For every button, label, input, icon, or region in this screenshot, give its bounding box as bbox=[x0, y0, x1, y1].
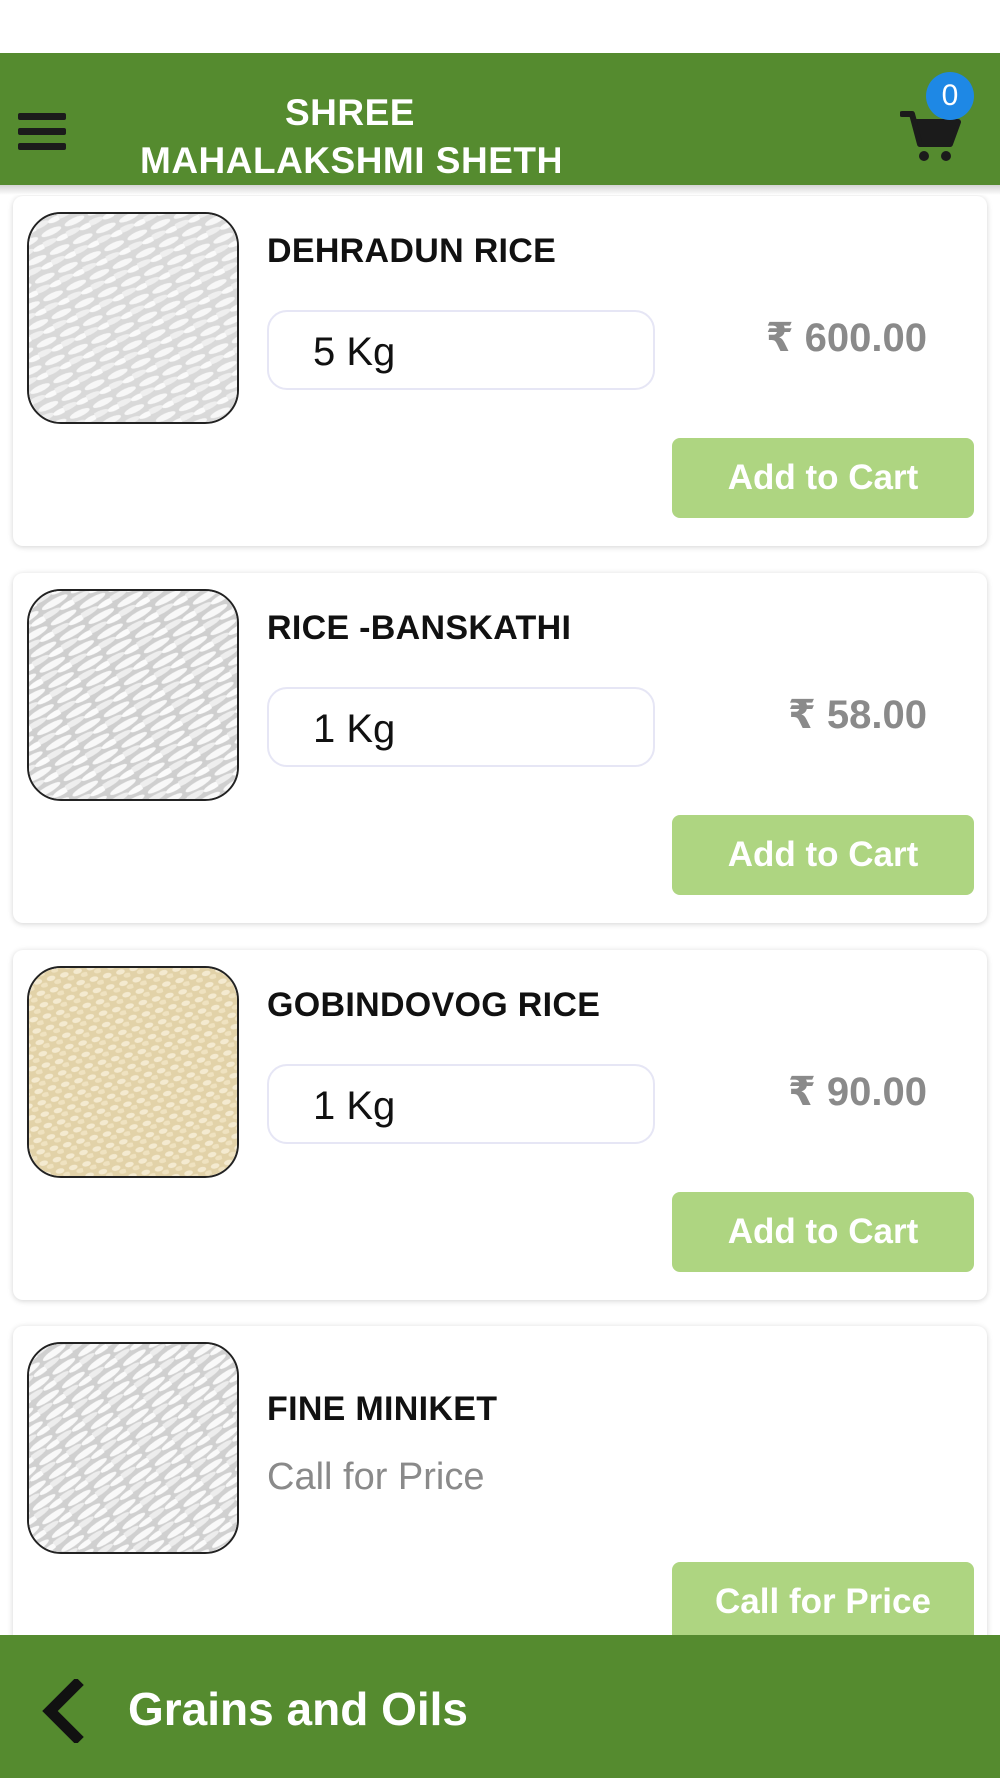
product-list[interactable]: DEHRADUN RICE 5 Kg ₹ 600.00 Add to Cart bbox=[0, 195, 1000, 1635]
product-image[interactable] bbox=[27, 1342, 239, 1554]
rice-grains-image bbox=[29, 1344, 237, 1552]
product-price: ₹ 90.00 bbox=[787, 1070, 927, 1114]
product-name: DEHRADUN RICE bbox=[267, 232, 557, 270]
product-name: RICE -BANSKATHI bbox=[267, 609, 572, 647]
store-name: SHREE MAHALAKSHMI SHETH bbox=[140, 89, 560, 177]
hamburger-menu-icon[interactable] bbox=[18, 113, 66, 151]
category-title: Grains and Oils bbox=[128, 1683, 468, 1735]
call-for-price-button[interactable]: Call for Price bbox=[672, 1562, 974, 1635]
product-image[interactable] bbox=[27, 212, 239, 424]
product-name: FINE MINIKET bbox=[267, 1390, 498, 1428]
product-card: GOBINDOVOG RICE 1 Kg ₹ 90.00 Add to Cart bbox=[13, 950, 987, 1300]
add-to-cart-button[interactable]: Add to Cart bbox=[672, 438, 974, 518]
product-card: FINE MINIKET Call for Price Call for Pri… bbox=[13, 1326, 987, 1635]
call-for-price-text: Call for Price bbox=[267, 1456, 485, 1498]
product-image[interactable] bbox=[27, 966, 239, 1178]
product-card: RICE -BANSKATHI 1 Kg ₹ 58.00 Add to Cart bbox=[13, 573, 987, 923]
product-image[interactable] bbox=[27, 589, 239, 801]
quantity-select[interactable]: 1 Kg bbox=[267, 687, 655, 767]
chevron-left-icon[interactable] bbox=[38, 1677, 88, 1745]
add-to-cart-button[interactable]: Add to Cart bbox=[672, 815, 974, 895]
quantity-select[interactable]: 1 Kg bbox=[267, 1064, 655, 1144]
rice-grains-image bbox=[29, 968, 237, 1176]
category-footer: Grains and Oils bbox=[0, 1635, 1000, 1778]
quantity-select[interactable]: 5 Kg bbox=[267, 310, 655, 390]
product-price: ₹ 600.00 bbox=[765, 316, 927, 360]
app-screen: SHREE MAHALAKSHMI SHETH 0 DEHRADUN RICE … bbox=[0, 0, 1000, 1778]
rice-grains-image bbox=[29, 214, 237, 422]
store-name-line2: MAHALAKSHMI SHETH bbox=[140, 140, 560, 177]
product-price: ₹ 58.00 bbox=[787, 693, 927, 737]
store-name-line1: SHREE bbox=[285, 92, 415, 133]
product-name: GOBINDOVOG RICE bbox=[267, 986, 601, 1024]
cart-count-badge[interactable]: 0 bbox=[926, 72, 974, 120]
add-to-cart-button[interactable]: Add to Cart bbox=[672, 1192, 974, 1272]
product-card: DEHRADUN RICE 5 Kg ₹ 600.00 Add to Cart bbox=[13, 196, 987, 546]
header-shadow bbox=[0, 185, 1000, 195]
rice-grains-image bbox=[29, 591, 237, 799]
app-header: SHREE MAHALAKSHMI SHETH bbox=[0, 53, 1000, 185]
